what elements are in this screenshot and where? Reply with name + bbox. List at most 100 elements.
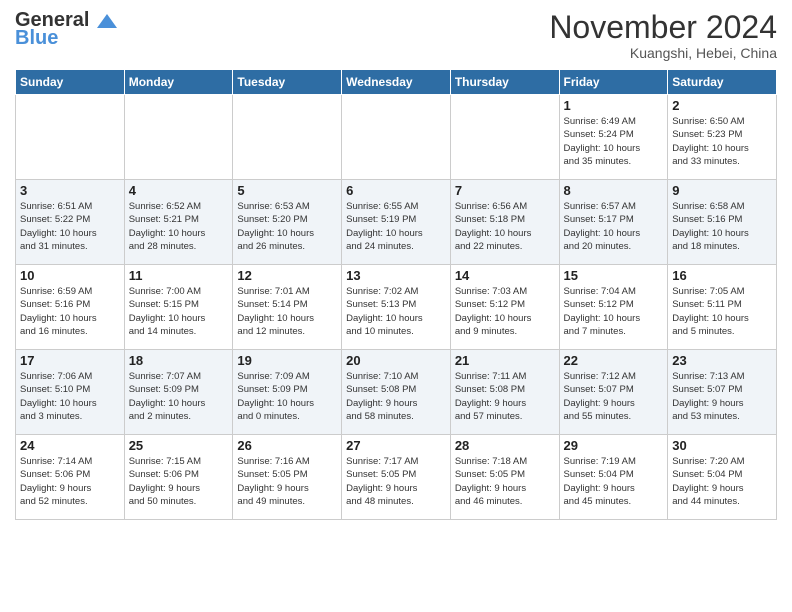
calendar-cell: 29 Sunrise: 7:19 AM Sunset: 5:04 PM Dayli… [559,435,668,520]
day-number: 16 [672,268,772,283]
day-number: 9 [672,183,772,198]
day-info: Sunrise: 7:19 AM Sunset: 5:04 PM Dayligh… [564,455,664,508]
day-info: Sunrise: 7:17 AM Sunset: 5:05 PM Dayligh… [346,455,446,508]
calendar-week-row: 1 Sunrise: 6:49 AM Sunset: 5:24 PM Daylig… [16,95,777,180]
calendar-cell: 22Sunrise: 7:12 AM Sunset: 5:07 PM Dayli… [559,350,668,435]
day-info: Sunrise: 6:51 AM Sunset: 5:22 PM Dayligh… [20,200,120,253]
day-info: Sunrise: 7:02 AM Sunset: 5:13 PM Dayligh… [346,285,446,338]
weekday-header-friday: Friday [559,70,668,95]
weekday-header-wednesday: Wednesday [342,70,451,95]
day-info: Sunrise: 6:53 AM Sunset: 5:20 PM Dayligh… [237,200,337,253]
calendar-cell: 11Sunrise: 7:00 AM Sunset: 5:15 PM Dayli… [124,265,233,350]
calendar-cell: 7 Sunrise: 6:56 AM Sunset: 5:18 PM Daylig… [450,180,559,265]
calendar-cell: 17Sunrise: 7:06 AM Sunset: 5:10 PM Dayli… [16,350,125,435]
day-number: 20 [346,353,446,368]
calendar-cell: 1 Sunrise: 6:49 AM Sunset: 5:24 PM Daylig… [559,95,668,180]
calendar-cell: 13 Sunrise: 7:02 AM Sunset: 5:13 PM Dayli… [342,265,451,350]
day-number: 14 [455,268,555,283]
day-number: 12 [237,268,337,283]
day-number: 10 [20,268,120,283]
calendar-cell: 9Sunrise: 6:58 AM Sunset: 5:16 PM Daylig… [668,180,777,265]
day-number: 1 [564,98,664,113]
calendar-cell: 10 Sunrise: 6:59 AM Sunset: 5:16 PM Dayli… [16,265,125,350]
calendar-cell: 15Sunrise: 7:04 AM Sunset: 5:12 PM Dayli… [559,265,668,350]
day-number: 17 [20,353,120,368]
calendar-cell: 20 Sunrise: 7:10 AM Sunset: 5:08 PM Dayli… [342,350,451,435]
day-number: 30 [672,438,772,453]
calendar-week-row: 10 Sunrise: 6:59 AM Sunset: 5:16 PM Dayli… [16,265,777,350]
day-number: 28 [455,438,555,453]
day-info: Sunrise: 6:57 AM Sunset: 5:17 PM Dayligh… [564,200,664,253]
day-number: 21 [455,353,555,368]
calendar-cell: 14Sunrise: 7:03 AM Sunset: 5:12 PM Dayli… [450,265,559,350]
calendar-cell [16,95,125,180]
day-number: 6 [346,183,446,198]
day-info: Sunrise: 7:18 AM Sunset: 5:05 PM Dayligh… [455,455,555,508]
weekday-header-thursday: Thursday [450,70,559,95]
calendar-table: SundayMondayTuesdayWednesdayThursdayFrid… [15,69,777,520]
day-info: Sunrise: 7:16 AM Sunset: 5:05 PM Dayligh… [237,455,337,508]
calendar-cell: 5 Sunrise: 6:53 AM Sunset: 5:20 PM Daylig… [233,180,342,265]
calendar-cell: 2 Sunrise: 6:50 AM Sunset: 5:23 PM Daylig… [668,95,777,180]
day-info: Sunrise: 7:20 AM Sunset: 5:04 PM Dayligh… [672,455,772,508]
day-info: Sunrise: 6:59 AM Sunset: 5:16 PM Dayligh… [20,285,120,338]
location-subtitle: Kuangshi, Hebei, China [549,45,777,61]
calendar-cell [233,95,342,180]
day-info: Sunrise: 7:01 AM Sunset: 5:14 PM Dayligh… [237,285,337,338]
title-block: November 2024 Kuangshi, Hebei, China [549,10,777,61]
calendar-week-row: 24 Sunrise: 7:14 AM Sunset: 5:06 PM Dayli… [16,435,777,520]
calendar-cell: 25 Sunrise: 7:15 AM Sunset: 5:06 PM Dayli… [124,435,233,520]
calendar-cell: 30 Sunrise: 7:20 AM Sunset: 5:04 PM Dayli… [668,435,777,520]
day-info: Sunrise: 7:09 AM Sunset: 5:09 PM Dayligh… [237,370,337,423]
day-number: 2 [672,98,772,113]
calendar-cell: 18 Sunrise: 7:07 AM Sunset: 5:09 PM Dayli… [124,350,233,435]
calendar-cell [124,95,233,180]
day-info: Sunrise: 7:11 AM Sunset: 5:08 PM Dayligh… [455,370,555,423]
day-number: 25 [129,438,229,453]
day-number: 13 [346,268,446,283]
day-number: 3 [20,183,120,198]
day-number: 8 [564,183,664,198]
day-info: Sunrise: 6:55 AM Sunset: 5:19 PM Dayligh… [346,200,446,253]
calendar-cell: 3 Sunrise: 6:51 AM Sunset: 5:22 PM Daylig… [16,180,125,265]
day-info: Sunrise: 7:05 AM Sunset: 5:11 PM Dayligh… [672,285,772,338]
calendar-cell: 23Sunrise: 7:13 AM Sunset: 5:07 PM Dayli… [668,350,777,435]
calendar-cell [450,95,559,180]
header: General Blue November 2024 Kuangshi, Heb… [15,10,777,61]
calendar-cell: 21 Sunrise: 7:11 AM Sunset: 5:08 PM Dayli… [450,350,559,435]
month-title: November 2024 [549,10,777,45]
calendar-week-row: 17Sunrise: 7:06 AM Sunset: 5:10 PM Dayli… [16,350,777,435]
calendar-cell: 4Sunrise: 6:52 AM Sunset: 5:21 PM Daylig… [124,180,233,265]
weekday-header-monday: Monday [124,70,233,95]
weekday-header-saturday: Saturday [668,70,777,95]
day-number: 23 [672,353,772,368]
calendar-cell: 8 Sunrise: 6:57 AM Sunset: 5:17 PM Daylig… [559,180,668,265]
day-info: Sunrise: 6:56 AM Sunset: 5:18 PM Dayligh… [455,200,555,253]
day-info: Sunrise: 6:50 AM Sunset: 5:23 PM Dayligh… [672,115,772,168]
day-number: 7 [455,183,555,198]
day-info: Sunrise: 6:49 AM Sunset: 5:24 PM Dayligh… [564,115,664,168]
weekday-header-sunday: Sunday [16,70,125,95]
calendar-cell: 28 Sunrise: 7:18 AM Sunset: 5:05 PM Dayli… [450,435,559,520]
logo-blue: Blue [15,28,58,48]
day-number: 5 [237,183,337,198]
page: General Blue November 2024 Kuangshi, Heb… [0,0,792,530]
day-number: 18 [129,353,229,368]
logo-icon [97,14,117,28]
day-number: 24 [20,438,120,453]
calendar-cell: 26 Sunrise: 7:16 AM Sunset: 5:05 PM Dayli… [233,435,342,520]
calendar-cell: 27Sunrise: 7:17 AM Sunset: 5:05 PM Dayli… [342,435,451,520]
day-info: Sunrise: 6:52 AM Sunset: 5:21 PM Dayligh… [129,200,229,253]
day-info: Sunrise: 7:14 AM Sunset: 5:06 PM Dayligh… [20,455,120,508]
day-number: 26 [237,438,337,453]
day-info: Sunrise: 7:07 AM Sunset: 5:09 PM Dayligh… [129,370,229,423]
calendar-header-row: SundayMondayTuesdayWednesdayThursdayFrid… [16,70,777,95]
day-number: 19 [237,353,337,368]
calendar-cell [342,95,451,180]
weekday-header-tuesday: Tuesday [233,70,342,95]
day-info: Sunrise: 7:10 AM Sunset: 5:08 PM Dayligh… [346,370,446,423]
day-info: Sunrise: 7:15 AM Sunset: 5:06 PM Dayligh… [129,455,229,508]
calendar-cell: 6 Sunrise: 6:55 AM Sunset: 5:19 PM Daylig… [342,180,451,265]
day-number: 29 [564,438,664,453]
day-info: Sunrise: 7:00 AM Sunset: 5:15 PM Dayligh… [129,285,229,338]
